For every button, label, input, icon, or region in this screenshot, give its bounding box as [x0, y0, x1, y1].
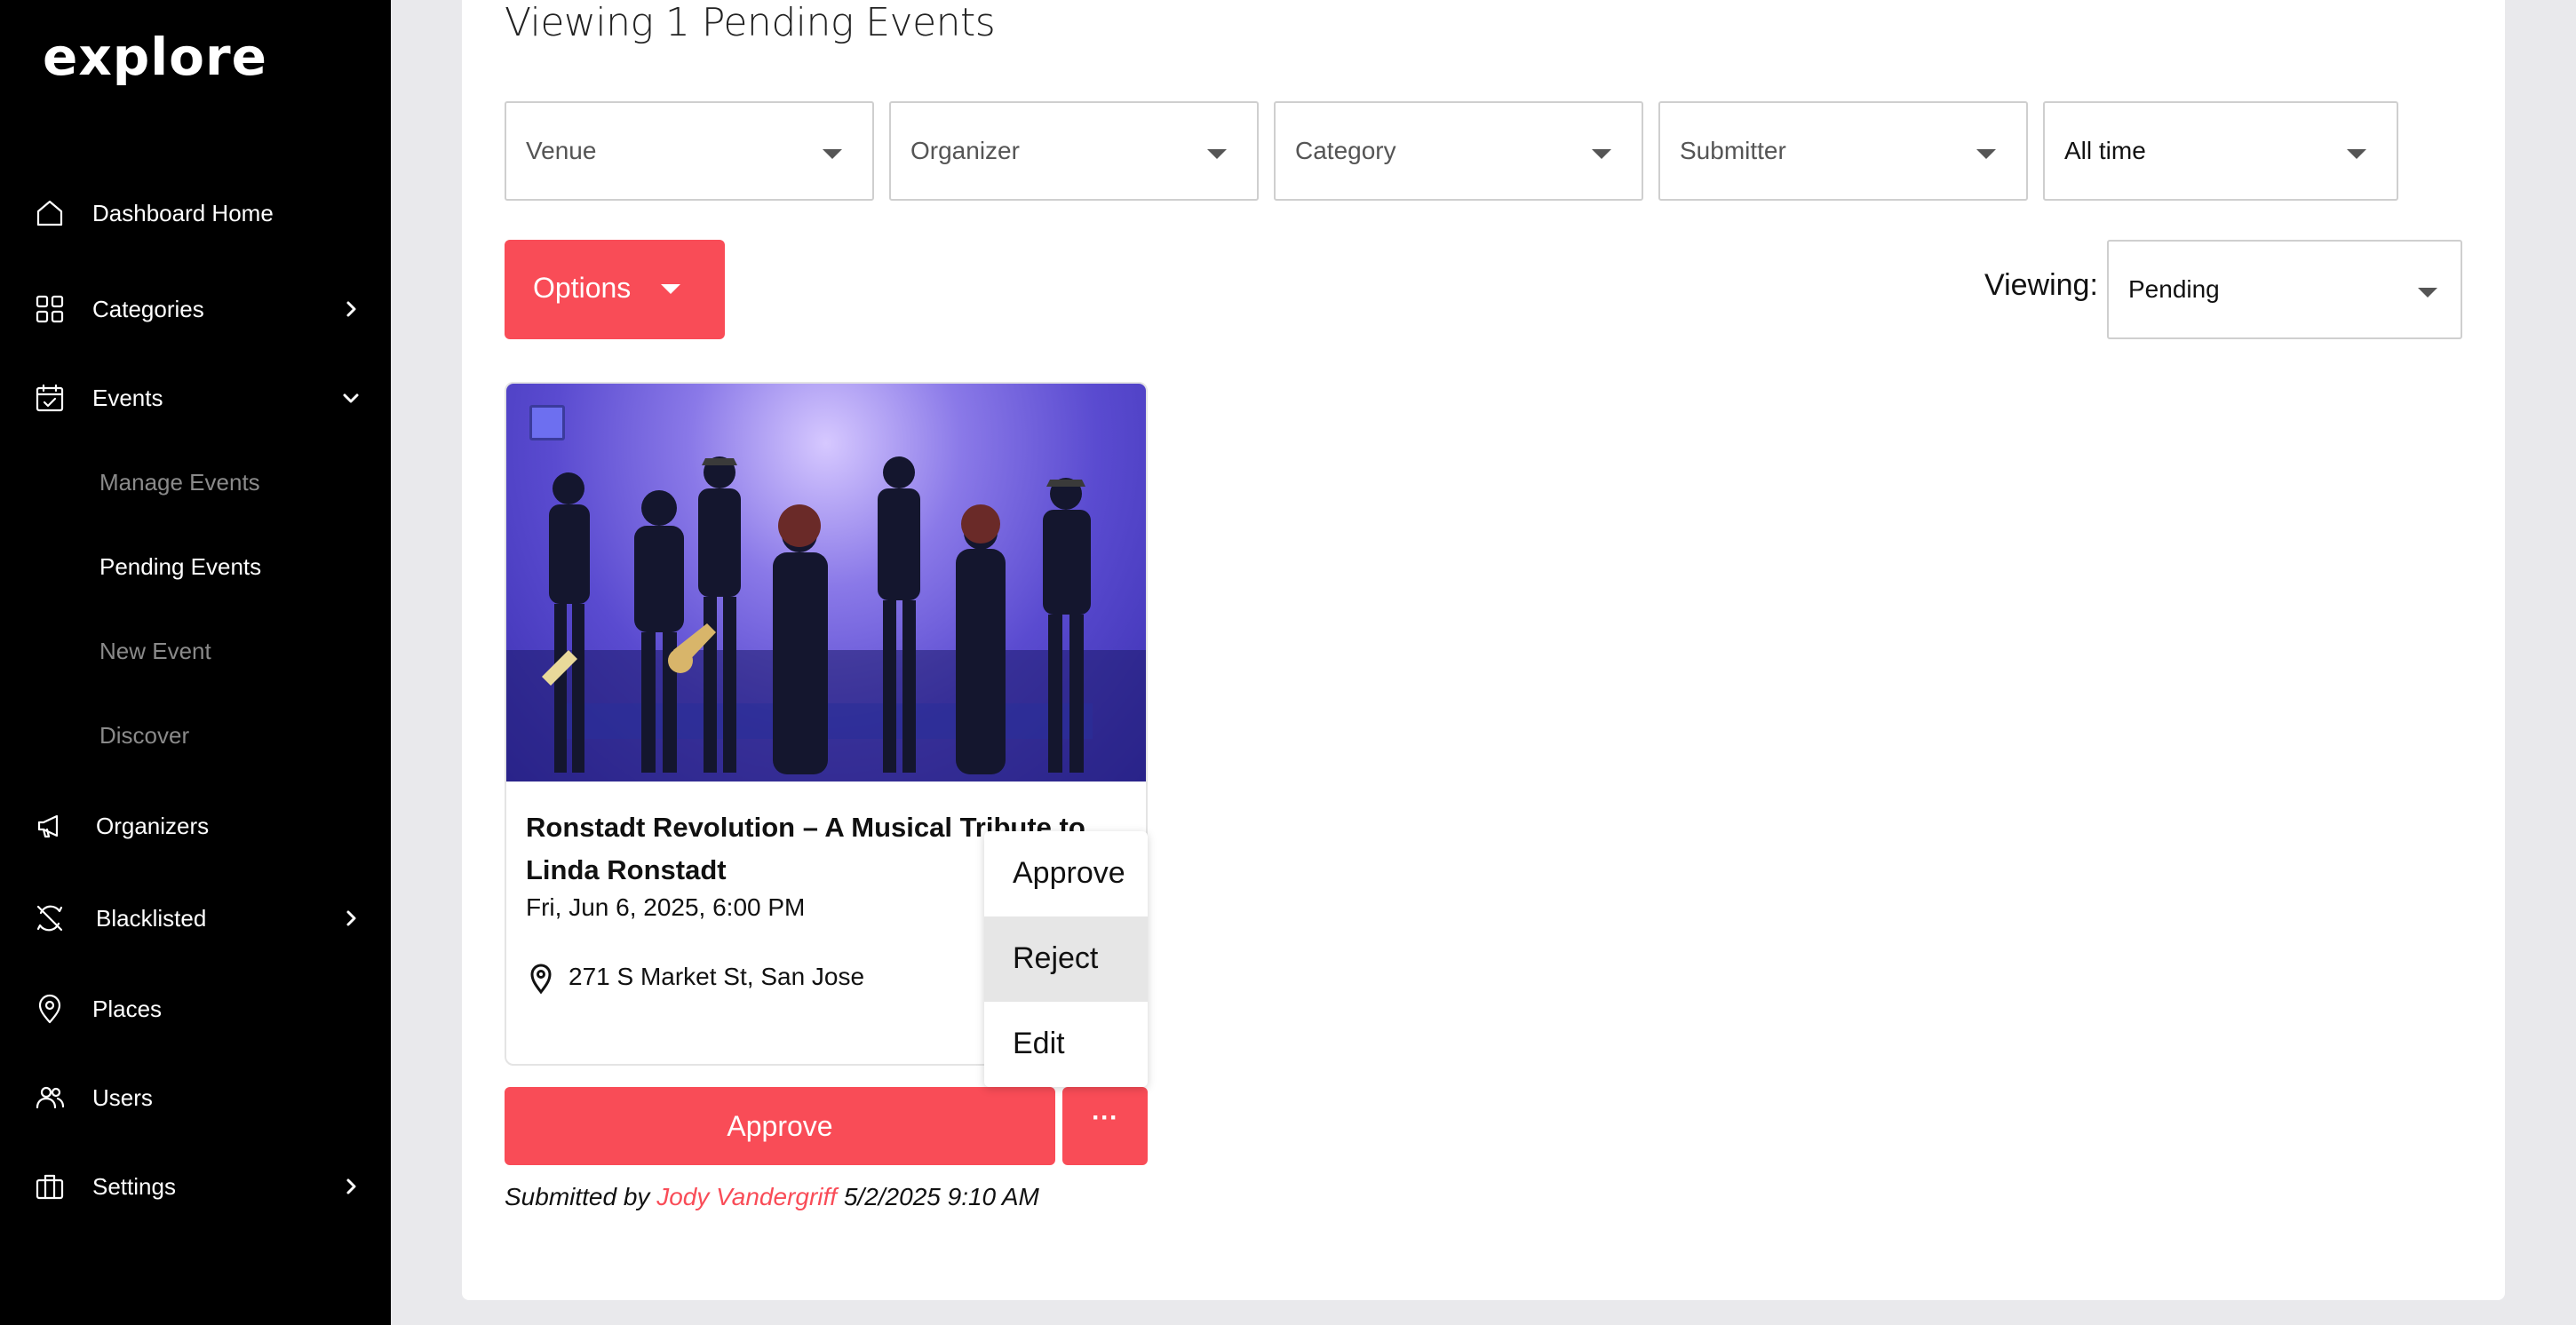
caret-down-icon [823, 149, 842, 159]
grid-icon [34, 293, 66, 325]
submitted-time: 5/2/2025 9:10 AM [843, 1183, 1039, 1210]
sidebar-item-label: Events [92, 384, 163, 411]
sidebar-item-users[interactable]: Users [0, 1071, 391, 1124]
menu-item-edit[interactable]: Edit [984, 1002, 1148, 1087]
event-actions-menu: Approve Reject Edit [984, 831, 1148, 1087]
options-label: Options [533, 272, 632, 304]
caret-down-icon [2347, 149, 2366, 159]
users-icon [34, 1082, 66, 1114]
menu-item-approve[interactable]: Approve [984, 831, 1148, 916]
sidebar-subitem-new-event[interactable]: New Event [99, 638, 211, 665]
sidebar-item-label: Places [92, 995, 163, 1022]
menu-item-label: Reject [1013, 941, 1099, 975]
viewing-status-select[interactable]: Pending [2107, 240, 2462, 339]
time-range-filter-select[interactable]: All time [2043, 101, 2398, 201]
sidebar-item-label: Settings [92, 1172, 176, 1200]
caret-down-icon [1592, 149, 1611, 159]
sidebar-subitem-discover[interactable]: Discover [99, 722, 189, 750]
chevron-right-icon [339, 1175, 362, 1198]
filter-label: Submitter [1680, 137, 1786, 164]
sidebar-item-organizers[interactable]: Organizers [0, 799, 391, 853]
chevron-right-icon [339, 298, 362, 321]
more-actions-button[interactable]: ··· [1062, 1087, 1148, 1165]
caret-down-icon [1976, 149, 1996, 159]
sidebar-item-categories[interactable]: Categories [0, 282, 391, 336]
submission-info: Submitted by Jody Vandergriff 5/2/2025 9… [505, 1183, 1039, 1211]
menu-item-label: Approve [1013, 856, 1125, 890]
sidebar: explore Dashboard Home Categories Events… [0, 0, 391, 1325]
sidebar-item-label: Blacklisted [96, 904, 207, 932]
filter-label: Organizer [910, 137, 1020, 164]
sidebar-item-dashboard-home[interactable]: Dashboard Home [0, 186, 391, 240]
briefcase-icon [34, 1170, 66, 1202]
sidebar-item-label: Dashboard Home [92, 199, 274, 226]
event-photo-illustration [506, 456, 1146, 782]
submitter-link[interactable]: Jody Vandergriff [656, 1183, 837, 1210]
chevron-right-icon [339, 907, 362, 930]
options-button[interactable]: Options [505, 240, 725, 339]
more-icon: ··· [1092, 1103, 1118, 1132]
event-date: Fri, Jun 6, 2025, 6:00 PM [526, 893, 806, 921]
select-event-checkbox[interactable] [529, 405, 565, 440]
submitter-filter-select[interactable]: Submitter [1658, 101, 2028, 201]
calendar-check-icon [34, 382, 66, 414]
viewing-label: Viewing: [1984, 268, 2098, 302]
menu-item-reject[interactable]: Reject [984, 916, 1148, 1002]
viewing-status-value: Pending [2128, 275, 2220, 303]
location-pin-icon [528, 963, 554, 995]
sidebar-item-label: Users [92, 1083, 153, 1111]
category-filter-select[interactable]: Category [1274, 101, 1643, 201]
caret-down-icon [661, 284, 680, 294]
caret-down-icon [2418, 288, 2437, 298]
approve-button-label: Approve [727, 1110, 833, 1142]
submitted-prefix: Submitted by [505, 1183, 650, 1210]
organizer-filter-select[interactable]: Organizer [889, 101, 1259, 201]
filter-label: Category [1295, 137, 1396, 164]
filter-label: Venue [526, 137, 597, 164]
location-pin-icon [34, 993, 66, 1025]
sidebar-item-label: Categories [92, 295, 204, 322]
sidebar-item-settings[interactable]: Settings [0, 1160, 391, 1213]
blocked-refresh-icon [34, 902, 66, 934]
sidebar-item-events[interactable]: Events [0, 371, 391, 424]
megaphone-icon [34, 810, 66, 842]
venue-filter-select[interactable]: Venue [505, 101, 874, 201]
home-icon [34, 197, 66, 229]
caret-down-icon [1207, 149, 1227, 159]
app-logo[interactable]: explore [43, 27, 267, 87]
page-title: Viewing 1 Pending Events [505, 0, 996, 45]
event-image[interactable] [506, 384, 1146, 782]
approve-button[interactable]: Approve [505, 1087, 1055, 1165]
menu-item-label: Edit [1013, 1027, 1065, 1060]
sidebar-item-places[interactable]: Places [0, 982, 391, 1035]
filter-label: All time [2064, 137, 2146, 164]
sidebar-item-label: Organizers [96, 812, 210, 839]
sidebar-subitem-pending-events[interactable]: Pending Events [99, 553, 261, 581]
sidebar-subitem-manage-events[interactable]: Manage Events [99, 469, 260, 496]
event-address: 271 S Market St, San Jose [568, 963, 865, 990]
sidebar-item-blacklisted[interactable]: Blacklisted [0, 892, 391, 945]
chevron-down-icon [339, 386, 362, 409]
